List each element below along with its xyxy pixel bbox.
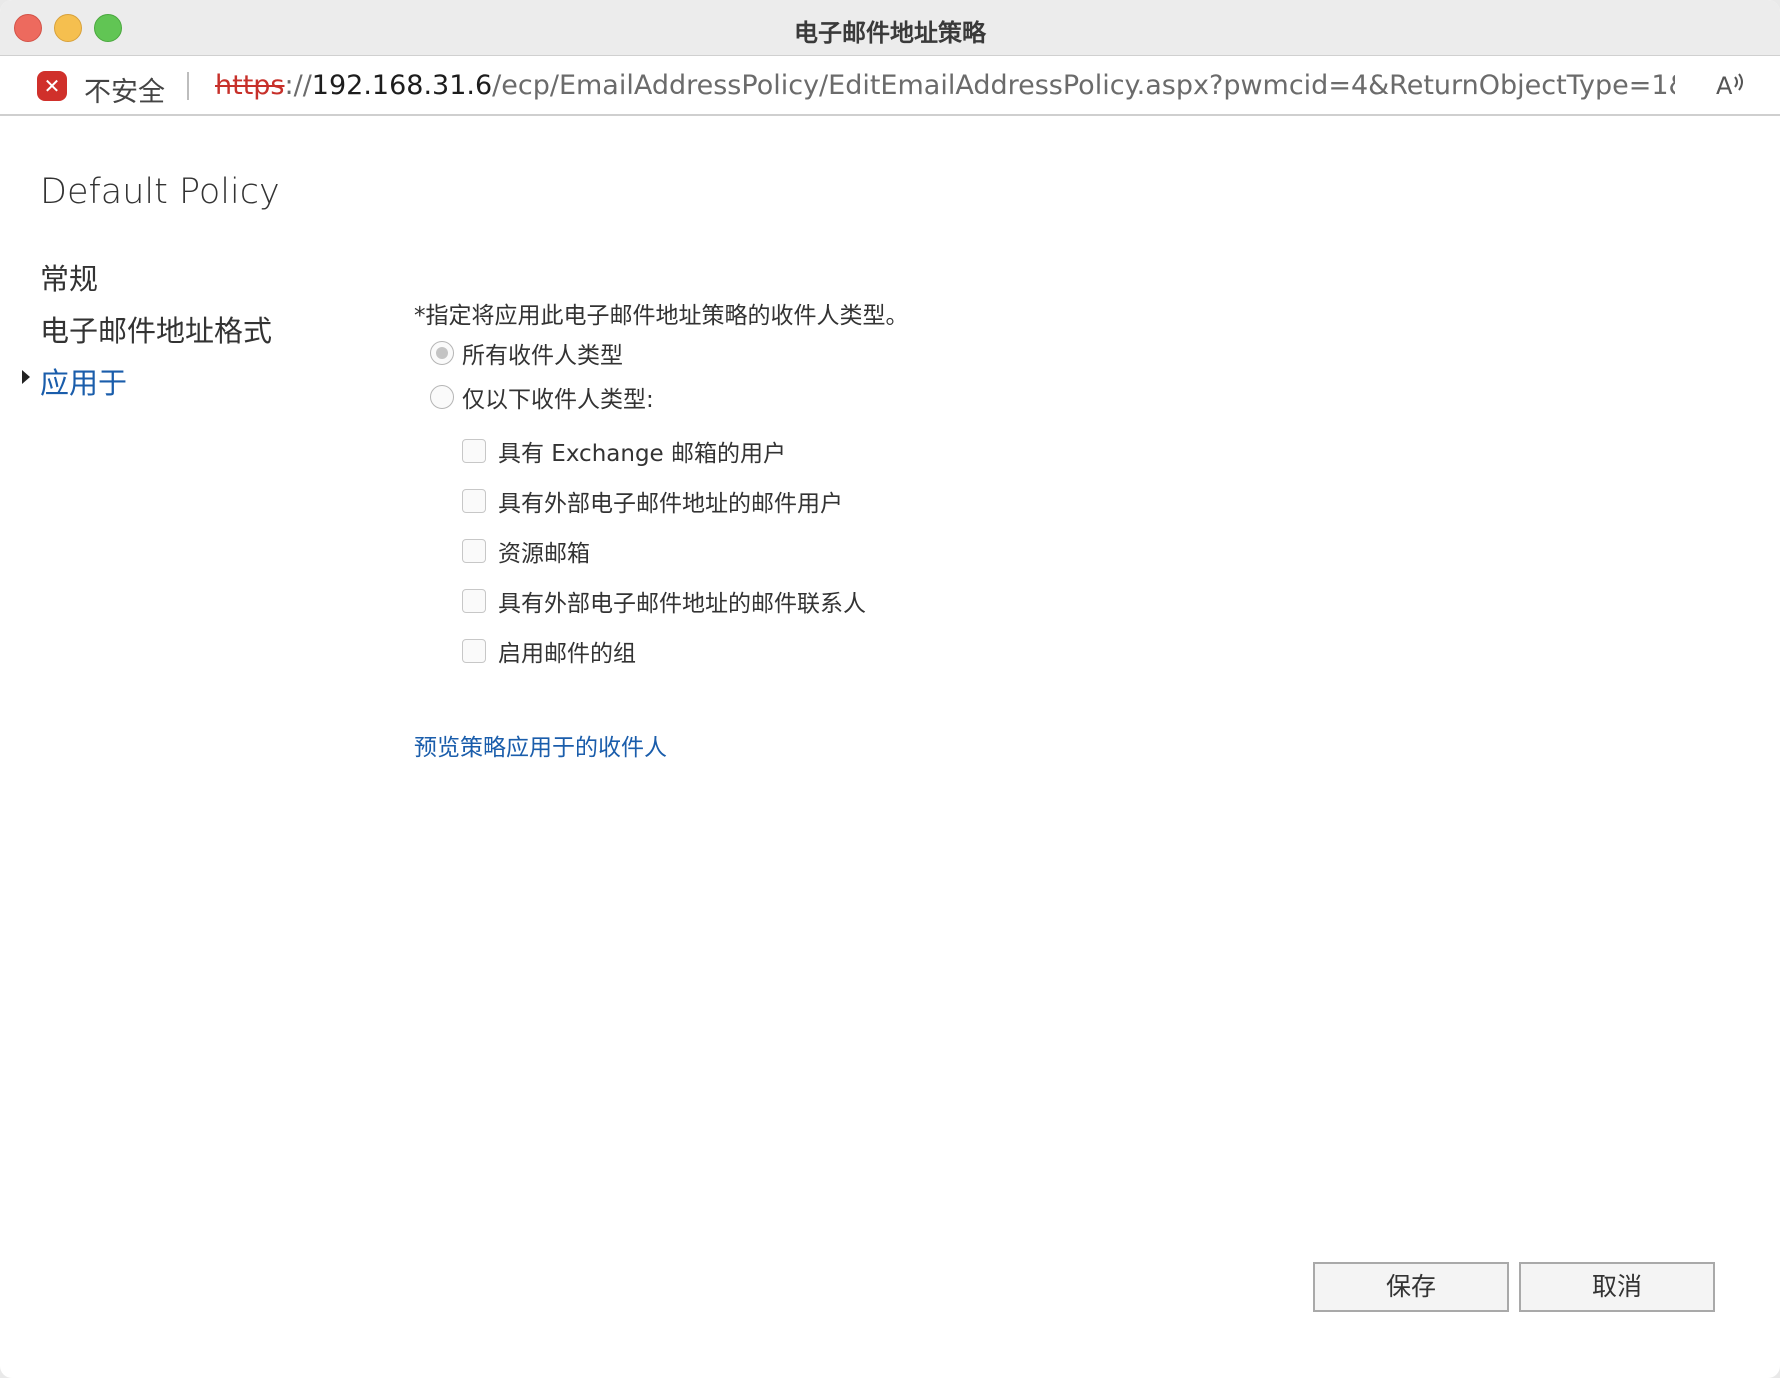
window-title: 电子邮件地址策略 <box>794 19 986 47</box>
nav-item-apply-to-label: 应用于 <box>40 366 128 400</box>
radio-all-recipient-types[interactable]: 所有收件人类型 <box>430 336 623 370</box>
url-scheme-separator: :// <box>284 70 312 101</box>
checkbox-label: 具有外部电子邮件地址的邮件联系人 <box>498 591 866 617</box>
radio-only-label: 仅以下收件人类型: <box>462 387 654 413</box>
checkbox-mail-contacts-external[interactable]: 具有外部电子邮件地址的邮件联系人 <box>462 584 866 618</box>
radio-only-following-types[interactable]: 仅以下收件人类型: <box>430 380 654 414</box>
url-host: 192.168.31.6 <box>311 70 493 101</box>
nav-item-email-address-format[interactable]: 电子邮件地址格式 <box>40 308 272 350</box>
svg-text:A: A <box>1716 72 1733 100</box>
nav-item-apply-to[interactable]: 应用于 <box>22 360 128 402</box>
cancel-button[interactable]: 取消 <box>1519 1262 1715 1312</box>
checkbox-mail-users-external[interactable]: 具有外部电子邮件地址的邮件用户 <box>462 484 843 518</box>
insecure-warning-icon[interactable]: ✕ <box>37 71 67 101</box>
checkbox-label: 资源邮箱 <box>498 541 590 567</box>
radio-all-label: 所有收件人类型 <box>462 343 623 369</box>
checkbox-box[interactable] <box>462 639 486 663</box>
security-status-label[interactable]: 不安全 <box>84 70 165 109</box>
address-bar-divider <box>187 72 189 100</box>
title-bar: 电子邮件地址策略 <box>0 0 1780 56</box>
active-indicator-arrow-icon <box>22 370 30 384</box>
radio-all-button[interactable] <box>430 341 454 365</box>
checkbox-box[interactable] <box>462 489 486 513</box>
url-field[interactable]: https://192.168.31.6/ecp/EmailAddressPol… <box>215 70 1675 101</box>
checkbox-exchange-mailbox-users[interactable]: 具有 Exchange 邮箱的用户 <box>462 434 786 468</box>
page-title: Default Policy <box>40 172 280 212</box>
app-window: 电子邮件地址策略 ✕ 不安全 https://192.168.31.6/ecp/… <box>0 0 1780 1378</box>
checkbox-label: 具有外部电子邮件地址的邮件用户 <box>498 491 843 517</box>
checkbox-mail-enabled-groups[interactable]: 启用邮件的组 <box>462 634 636 668</box>
url-scheme: https <box>215 70 285 101</box>
checkbox-box[interactable] <box>462 539 486 563</box>
checkbox-resource-mailboxes[interactable]: 资源邮箱 <box>462 534 590 568</box>
save-button[interactable]: 保存 <box>1313 1262 1509 1312</box>
checkbox-box[interactable] <box>462 589 486 613</box>
checkbox-label: 具有 Exchange 邮箱的用户 <box>498 441 787 467</box>
read-aloud-icon[interactable]: A <box>1714 68 1746 100</box>
checkbox-box[interactable] <box>462 439 486 463</box>
nav-item-general[interactable]: 常规 <box>40 256 98 298</box>
page-content: Default Policy 常规 电子邮件地址格式 应用于 *指定将应用此电子… <box>0 116 1780 1378</box>
radio-only-button[interactable] <box>430 385 454 409</box>
preview-recipients-link[interactable]: 预览策略应用于的收件人 <box>414 728 667 762</box>
recipient-type-instruction: *指定将应用此电子邮件地址策略的收件人类型。 <box>414 303 909 329</box>
checkbox-label: 启用邮件的组 <box>498 641 636 667</box>
url-path: /ecp/EmailAddressPolicy/EditEmailAddress… <box>492 70 1675 101</box>
